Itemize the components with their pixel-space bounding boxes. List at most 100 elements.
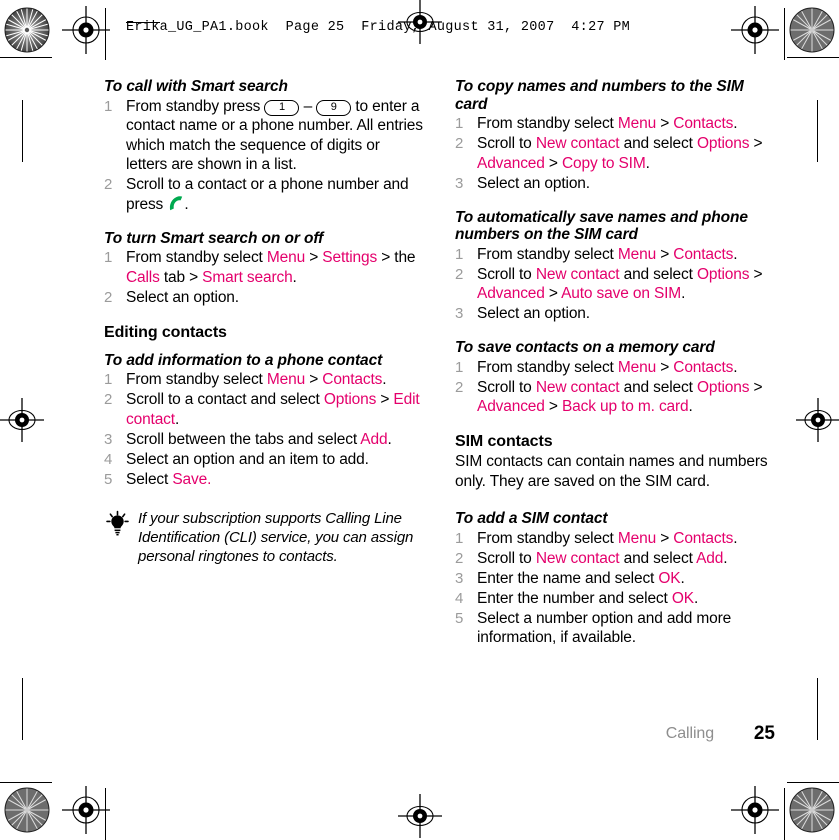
- trim-line-top-left-h: [0, 57, 52, 58]
- heading-to-save-contacts-on-memory-card: To save contacts on a memory card: [455, 339, 715, 356]
- step-text: and select: [619, 135, 697, 152]
- step-period: .: [645, 154, 650, 172]
- ui-string-menu: Menu: [266, 371, 306, 388]
- path-sep: >: [749, 135, 763, 152]
- path-sep: tab >: [159, 268, 203, 286]
- step-item: From standby select Menu > Contacts.: [455, 245, 775, 265]
- path-sep: >: [544, 285, 562, 302]
- step-period: .: [387, 430, 392, 448]
- step-text: From standby select: [126, 371, 267, 388]
- ui-string-ok: OK: [671, 589, 694, 607]
- step-item: Select Save.: [104, 470, 424, 490]
- path-sep: >: [656, 529, 674, 547]
- ui-string-add: Add: [696, 549, 724, 567]
- trim-line-bottom-left-h: [0, 782, 52, 783]
- step-text: From standby select: [477, 529, 618, 547]
- step-text-b: .: [184, 195, 189, 213]
- footer-chapter-label: Calling: [665, 725, 714, 742]
- step-item: Scroll to a contact or a phone number an…: [104, 175, 424, 214]
- ui-string-options: Options: [323, 391, 377, 408]
- step-text: and select: [619, 378, 697, 396]
- file-slug-text: Erika_UG_PA1.book Page 25 Friday, August…: [126, 20, 631, 35]
- sim-contacts-body: SIM contacts can contain names and numbe…: [455, 453, 768, 490]
- heading-sim-contacts: SIM contacts: [455, 433, 553, 450]
- step-text: Scroll between the tabs and select: [126, 430, 361, 448]
- ui-string-copy-to-sim: Copy to SIM: [561, 154, 646, 172]
- step-text: Enter the number and select: [477, 589, 672, 607]
- ui-string-contacts: Contacts: [322, 371, 383, 388]
- trim-line-left-top: [105, 8, 106, 60]
- ui-string-contacts: Contacts: [673, 115, 734, 132]
- step-item: Select an option and an item to add.: [104, 450, 369, 469]
- step-text: From standby select: [126, 249, 267, 266]
- step-text: and select: [619, 265, 697, 283]
- page-footer: Calling 25: [455, 723, 775, 751]
- step-dash: –: [299, 97, 317, 115]
- steps-add-sim-contact: From standby select Menu > Contacts. Scr…: [455, 529, 775, 648]
- step-text: Scroll to: [477, 265, 536, 283]
- step-item: Scroll to New contact and select Options…: [455, 378, 775, 417]
- ui-string-contacts: Contacts: [673, 245, 734, 263]
- step-period: .: [693, 589, 699, 607]
- path-sep: >: [305, 371, 323, 388]
- trim-line-bottom-right-h: [787, 782, 839, 783]
- step-period: .: [733, 529, 738, 547]
- step-item: From standby select Menu > Contacts.: [455, 358, 775, 378]
- step-text: Scroll to: [477, 549, 536, 567]
- path-sep: >: [656, 358, 674, 376]
- ui-string-back-up-to-m-card: Back up to m. card: [561, 398, 689, 415]
- step-period: .: [733, 115, 738, 132]
- heading-to-call-with-smart-search: To call with Smart search: [104, 78, 288, 95]
- ui-string-save: Save.: [172, 470, 212, 488]
- step-period: .: [733, 245, 738, 263]
- ui-string-settings: Settings: [322, 249, 378, 266]
- trim-line-top-right-h: [787, 57, 839, 58]
- step-item: Scroll to New contact and select Options…: [455, 134, 775, 173]
- path-sep: >: [544, 154, 562, 172]
- ui-string-add: Add: [360, 430, 388, 448]
- ui-string-advanced: Advanced: [477, 154, 545, 172]
- path-sep: >: [305, 249, 323, 266]
- tip-text: If your subscription supports Calling Li…: [138, 509, 414, 565]
- path-sep: > the: [377, 249, 416, 266]
- step-period: .: [292, 268, 297, 286]
- ui-string-smart-search: Smart search: [202, 268, 293, 286]
- footer-page-number: 25: [753, 723, 775, 744]
- sunburst-mark-top-left: [4, 7, 50, 53]
- ui-string-menu: Menu: [266, 249, 306, 266]
- ui-string-menu: Menu: [617, 115, 657, 132]
- ui-string-ok: OK: [658, 569, 681, 587]
- step-period: .: [688, 398, 693, 415]
- path-sep: >: [749, 265, 763, 283]
- step-text: and select: [619, 549, 697, 567]
- registration-target-top-left: [62, 6, 110, 54]
- step-item: Select an option.: [455, 174, 590, 193]
- step-text: Scroll to: [477, 135, 536, 152]
- path-sep: >: [656, 115, 674, 132]
- ui-string-new-contact: New contact: [535, 378, 620, 396]
- tip-callout: If your subscription supports Calling Li…: [104, 509, 424, 566]
- step-item: Scroll to a contact and select Options >…: [104, 390, 424, 429]
- heading-to-add-a-sim-contact: To add a SIM contact: [455, 510, 608, 527]
- registration-target-bottom-left: [62, 786, 110, 834]
- step-text: Select: [126, 470, 173, 488]
- step-period: .: [174, 410, 180, 428]
- step-item: Select a number option and add more info…: [455, 609, 732, 647]
- call-icon: [167, 195, 184, 211]
- registration-target-bottom-center: [396, 792, 444, 840]
- ui-string-contacts: Contacts: [673, 529, 734, 547]
- step-item: Scroll between the tabs and select Add.: [104, 430, 424, 450]
- ui-string-contacts: Contacts: [673, 358, 734, 376]
- sunburst-mark-bottom-left: [4, 787, 50, 833]
- lightbulb-icon: [104, 510, 131, 536]
- ui-string-new-contact: New contact: [535, 135, 620, 152]
- step-item: From standby select Menu > Contacts.: [455, 114, 775, 134]
- step-item: Select an option.: [455, 304, 590, 323]
- trim-line-right-bottom: [784, 788, 785, 840]
- step-text-a: From standby press: [126, 97, 265, 115]
- sunburst-mark-top-right: [789, 7, 835, 53]
- ui-string-options: Options: [696, 378, 750, 396]
- path-sep: >: [376, 391, 394, 408]
